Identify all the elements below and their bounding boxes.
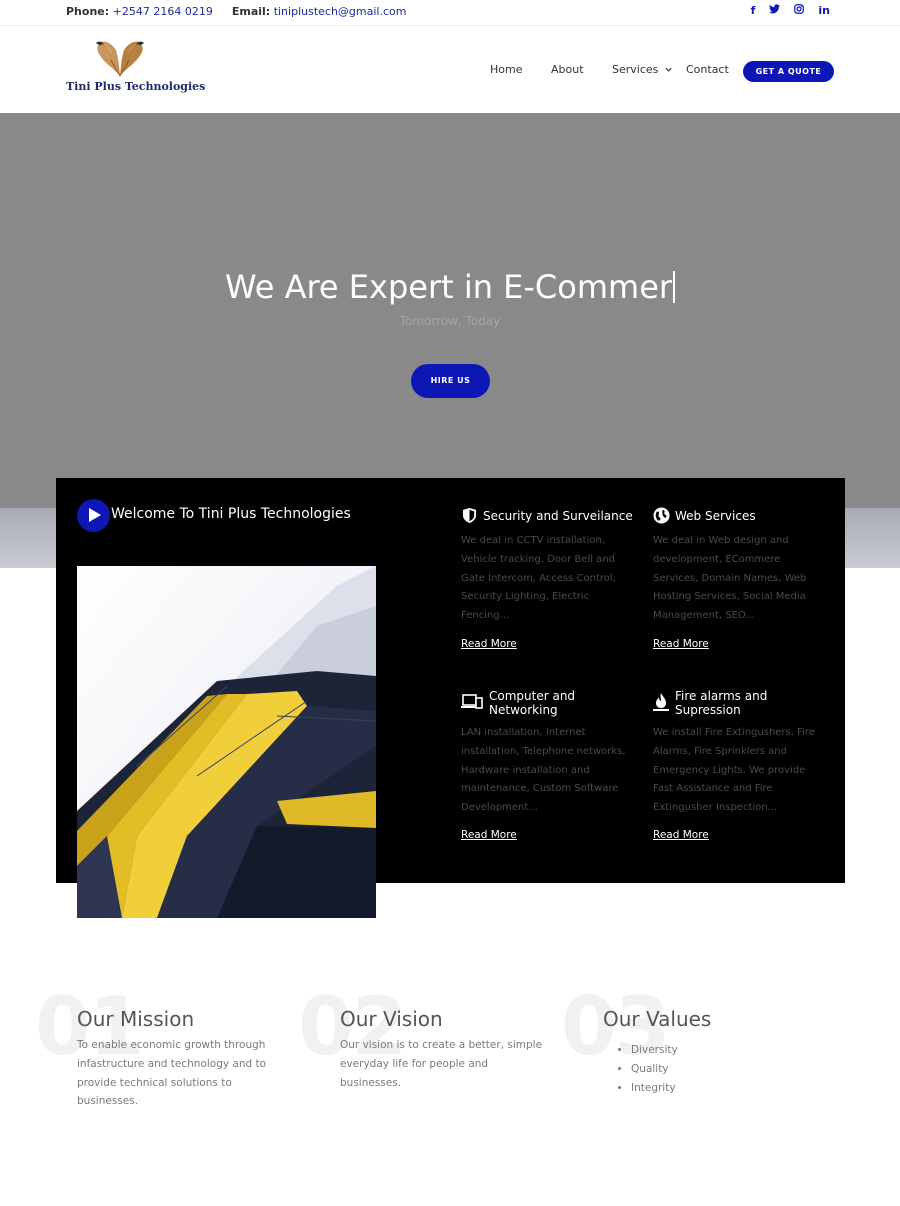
- email-label: Email:: [231, 5, 271, 18]
- linkedin-icon[interactable]: in: [818, 4, 830, 17]
- shield-icon: [461, 507, 477, 523]
- service-computer-title: Computer and Networking: [489, 689, 576, 717]
- hero-title-text: We Are Expert in E-Commer: [224, 268, 673, 306]
- nav-contact[interactable]: Contact: [686, 63, 729, 76]
- feature-values: 03 Our Values Diversity Quality Integrit…: [561, 985, 843, 1097]
- nav-services-label: Services: [612, 63, 659, 76]
- service-web-title: Web Services: [675, 509, 756, 523]
- instagram-icon[interactable]: [794, 4, 805, 17]
- twitter-icon[interactable]: [769, 4, 781, 17]
- feature-title: Our Vision: [340, 1007, 443, 1031]
- read-more-link[interactable]: Read More: [653, 638, 709, 650]
- welcome-title: Welcome To Tini Plus Technologies: [111, 506, 351, 522]
- list-item: Integrity: [631, 1079, 843, 1098]
- feature-title: Our Values: [603, 1007, 712, 1031]
- hire-us-button[interactable]: HIRE US: [411, 364, 490, 398]
- get-a-quote-button[interactable]: GET A QUOTE: [743, 61, 834, 82]
- globe-icon: [653, 507, 670, 524]
- service-web-heading: Web Services: [653, 507, 825, 524]
- play-video-icon[interactable]: [77, 499, 110, 532]
- site-header: Tini Plus Technologies Home About Servic…: [0, 26, 900, 113]
- hero-subtitle: Tomorrow, Today: [399, 314, 501, 328]
- social-links: f in: [751, 4, 830, 17]
- nav-about[interactable]: About: [551, 63, 584, 76]
- hero-title: We Are Expert in E-Commer: [0, 268, 900, 306]
- service-computer: Computer and Networking LAN installation…: [461, 689, 633, 841]
- service-security-heading: Security and Surveilance: [461, 507, 633, 523]
- email-link[interactable]: tiniplustech@gmail.com: [274, 5, 407, 18]
- service-fire-description: We install Fire Extingushers, Fire Alarm…: [653, 727, 815, 814]
- service-computer-heading: Computer and Networking: [461, 689, 633, 717]
- contact-info: Phone: +2547 2164 0219 Email: tinipluste…: [66, 5, 406, 18]
- building-photo: [77, 566, 376, 918]
- service-computer-description: LAN installation, Internet installation,…: [461, 727, 626, 814]
- service-web-description: We deal in Web design and development, E…: [653, 535, 807, 622]
- values-list: Diversity Quality Integrity: [631, 1041, 843, 1097]
- read-more-link[interactable]: Read More: [653, 829, 709, 841]
- feature-vision: 02 Our Vision Our vision is to create a …: [298, 985, 580, 1092]
- service-security-title: Security and Surveilance: [483, 509, 633, 523]
- site-logo[interactable]: Tini Plus Technologies: [66, 38, 206, 93]
- top-bar: Phone: +2547 2164 0219 Email: tinipluste…: [0, 0, 900, 26]
- service-web: Web Services We deal in Web design and d…: [653, 507, 825, 650]
- brand-name: Tini Plus Technologies: [66, 80, 206, 93]
- read-more-link[interactable]: Read More: [461, 829, 517, 841]
- nav-services[interactable]: Services: [612, 63, 672, 76]
- typing-cursor: [673, 271, 676, 303]
- service-fire-heading: Fire alarms and Supression: [653, 689, 825, 717]
- birds-logo-icon: [96, 41, 144, 77]
- nav-home[interactable]: Home: [490, 63, 522, 76]
- chevron-down-icon: [665, 67, 672, 72]
- facebook-icon[interactable]: f: [751, 4, 756, 17]
- devices-icon: [461, 694, 483, 710]
- fire-icon: [653, 692, 669, 711]
- service-security: Security and Surveilance We deal in CCTV…: [461, 507, 633, 650]
- service-fire: Fire alarms and Supression We install Fi…: [653, 689, 825, 841]
- feature-text: Our vision is to create a better, simple…: [340, 1039, 543, 1089]
- feature-title: Our Mission: [77, 1007, 195, 1031]
- feature-mission: 01 Our Mission To enable economic growth…: [35, 985, 317, 1111]
- service-security-description: We deal in CCTV installation, Vehicle tr…: [461, 535, 616, 622]
- service-fire-title: Fire alarms and Supression: [675, 689, 768, 717]
- phone-link[interactable]: +2547 2164 0219: [113, 5, 213, 18]
- read-more-link[interactable]: Read More: [461, 638, 517, 650]
- feature-text: To enable economic growth through infast…: [77, 1039, 267, 1108]
- list-item: Quality: [631, 1060, 843, 1079]
- list-item: Diversity: [631, 1041, 843, 1060]
- phone-label: Phone:: [66, 5, 110, 18]
